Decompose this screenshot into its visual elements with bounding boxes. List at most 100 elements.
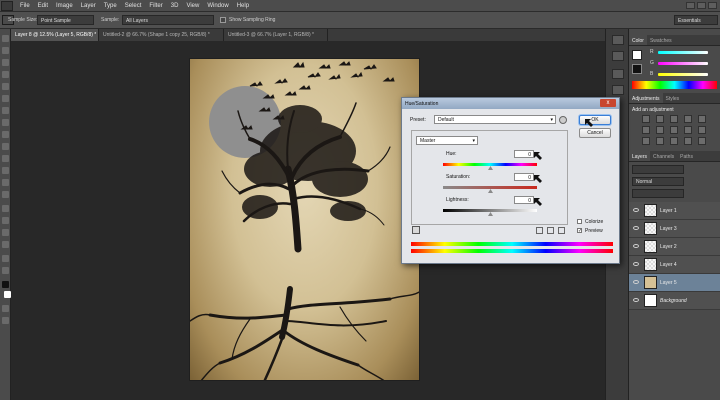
photo-filter-icon[interactable] <box>684 126 692 134</box>
workspace-select[interactable]: Essentials <box>674 15 718 25</box>
screen-mode-icon[interactable] <box>2 317 9 324</box>
eyedropper-icon[interactable] <box>536 227 543 234</box>
vibrance-icon[interactable] <box>698 115 706 123</box>
selective-color-icon[interactable] <box>698 137 706 145</box>
eyedropper-icon[interactable] <box>2 95 9 102</box>
history-panel-icon[interactable] <box>612 35 624 45</box>
blue-slider[interactable] <box>658 73 708 76</box>
color-balance-icon[interactable] <box>656 126 664 134</box>
foreground-swatch[interactable] <box>632 50 642 60</box>
blend-mode-select[interactable]: Normal <box>632 177 684 186</box>
quick-select-tool-icon[interactable] <box>2 71 9 78</box>
tab-untitled-2[interactable]: Untitled-2 @ 66.7% (Shape 1 copy 25, RGB… <box>99 29 224 41</box>
healing-brush-icon[interactable] <box>2 107 9 114</box>
menu-file[interactable]: File <box>16 3 34 9</box>
preview-checkbox[interactable]: ✓ <box>577 228 582 234</box>
tab-adjustments[interactable]: Adjustments <box>629 93 663 103</box>
cancel-button[interactable]: Cancel <box>579 128 611 138</box>
layer-row[interactable]: Layer 3 <box>629 220 720 238</box>
foreground-color-swatch[interactable] <box>2 281 9 288</box>
blur-tool-icon[interactable] <box>2 179 9 186</box>
layer-row[interactable]: Layer 4 <box>629 256 720 274</box>
minimize-button[interactable] <box>686 2 695 9</box>
curves-icon[interactable] <box>670 115 678 123</box>
channel-select[interactable]: Master ▾ <box>416 136 478 145</box>
sample-select[interactable]: All Layers <box>122 15 214 25</box>
menu-type[interactable]: Type <box>100 3 121 9</box>
dialog-close-button[interactable]: x <box>600 99 616 107</box>
invert-icon[interactable] <box>642 137 650 145</box>
history-brush-icon[interactable] <box>2 143 9 150</box>
gradient-map-icon[interactable] <box>684 137 692 145</box>
lightness-slider-track[interactable] <box>443 209 537 212</box>
menu-view[interactable]: View <box>182 3 203 9</box>
tab-swatches[interactable]: Swatches <box>647 35 675 45</box>
brush-tool-icon[interactable] <box>2 119 9 126</box>
saturation-input[interactable]: 0 <box>514 173 534 181</box>
tab-styles[interactable]: Styles <box>663 93 683 103</box>
eyedropper-minus-icon[interactable] <box>558 227 565 234</box>
brightness-contrast-icon[interactable] <box>642 115 650 123</box>
levels-icon[interactable] <box>656 115 664 123</box>
background-swatch[interactable] <box>632 64 642 74</box>
zoom-tool-icon[interactable] <box>2 267 9 274</box>
paragraph-panel-icon[interactable] <box>612 85 624 95</box>
layer-row[interactable]: Background <box>629 292 720 310</box>
lightness-input[interactable]: 0 <box>514 196 534 204</box>
threshold-icon[interactable] <box>670 137 678 145</box>
move-tool-icon[interactable] <box>2 35 9 42</box>
lasso-tool-icon[interactable] <box>2 59 9 66</box>
layer-row[interactable]: Layer 1 <box>629 202 720 220</box>
path-select-icon[interactable] <box>2 229 9 236</box>
tab-paths[interactable]: Paths <box>677 151 696 161</box>
tab-layers[interactable]: Layers <box>629 151 651 161</box>
layer-filter-select[interactable] <box>632 165 684 174</box>
background-color-swatch[interactable] <box>4 291 11 298</box>
gradient-tool-icon[interactable] <box>2 167 9 174</box>
targeted-adjustment-hand-icon[interactable] <box>412 226 420 234</box>
pen-tool-icon[interactable] <box>2 205 9 212</box>
shape-tool-icon[interactable] <box>2 241 9 248</box>
hue-slider-track[interactable] <box>443 163 537 166</box>
type-tool-icon[interactable] <box>2 217 9 224</box>
dialog-titlebar[interactable]: Hue/Saturation x <box>402 98 619 109</box>
document-canvas[interactable] <box>189 58 420 381</box>
visibility-eye-icon[interactable] <box>633 262 639 266</box>
preset-options-gear-icon[interactable] <box>559 116 567 124</box>
visibility-eye-icon[interactable] <box>633 244 639 248</box>
dodge-tool-icon[interactable] <box>2 191 9 198</box>
tab-untitled-3[interactable]: Untitled-3 @ 66.7% (Layer 1, RGB/8) * <box>224 29 328 41</box>
lock-controls[interactable] <box>632 189 684 198</box>
crop-tool-icon[interactable] <box>2 83 9 90</box>
visibility-eye-icon[interactable] <box>633 226 639 230</box>
layer-row[interactable]: Layer 2 <box>629 238 720 256</box>
eyedropper-plus-icon[interactable] <box>547 227 554 234</box>
red-slider[interactable] <box>658 51 708 54</box>
color-spectrum[interactable] <box>632 81 717 89</box>
visibility-eye-icon[interactable] <box>633 208 639 212</box>
preset-select[interactable]: Default ▾ <box>434 115 556 124</box>
posterize-icon[interactable] <box>656 137 664 145</box>
clone-stamp-icon[interactable] <box>2 131 9 138</box>
show-sampling-ring-checkbox[interactable] <box>220 17 226 23</box>
visibility-eye-icon[interactable] <box>633 298 639 302</box>
character-panel-icon[interactable] <box>612 69 624 79</box>
menu-window[interactable]: Window <box>203 3 232 9</box>
layer-row-selected[interactable]: Layer 5 <box>629 274 720 292</box>
tab-channels[interactable]: Channels <box>650 151 677 161</box>
visibility-eye-icon[interactable] <box>633 280 639 284</box>
sample-size-select[interactable]: Point Sample <box>37 15 94 25</box>
quick-mask-icon[interactable] <box>2 305 9 312</box>
exposure-icon[interactable] <box>684 115 692 123</box>
black-white-icon[interactable] <box>670 126 678 134</box>
close-window-button[interactable] <box>708 2 717 9</box>
green-slider[interactable] <box>658 62 708 65</box>
hand-tool-icon[interactable] <box>2 255 9 262</box>
menu-select[interactable]: Select <box>121 3 146 9</box>
saturation-slider-track[interactable] <box>443 186 537 189</box>
eraser-tool-icon[interactable] <box>2 155 9 162</box>
maximize-button[interactable] <box>697 2 706 9</box>
menu-edit[interactable]: Edit <box>34 3 52 9</box>
tab-layer-8[interactable]: Layer 8 @ 12.5% (Layer 5, RGB/8) * <box>11 29 99 41</box>
actions-panel-icon[interactable] <box>612 51 624 61</box>
